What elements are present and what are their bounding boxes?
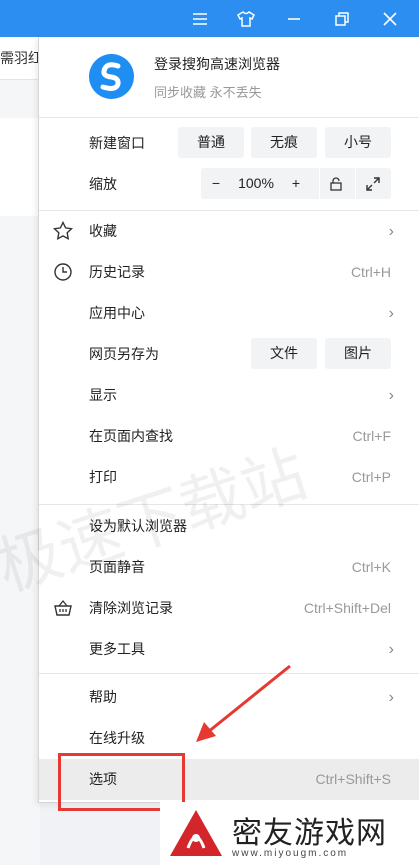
annotation-arrow-icon — [196, 664, 291, 742]
site-logo-url: www.miyougm.com — [232, 848, 349, 859]
site-logo-icon — [170, 810, 222, 856]
site-logo: 密友游戏网 www.miyougm.com — [160, 802, 419, 865]
site-logo-text: 密友游戏网 — [232, 816, 387, 851]
